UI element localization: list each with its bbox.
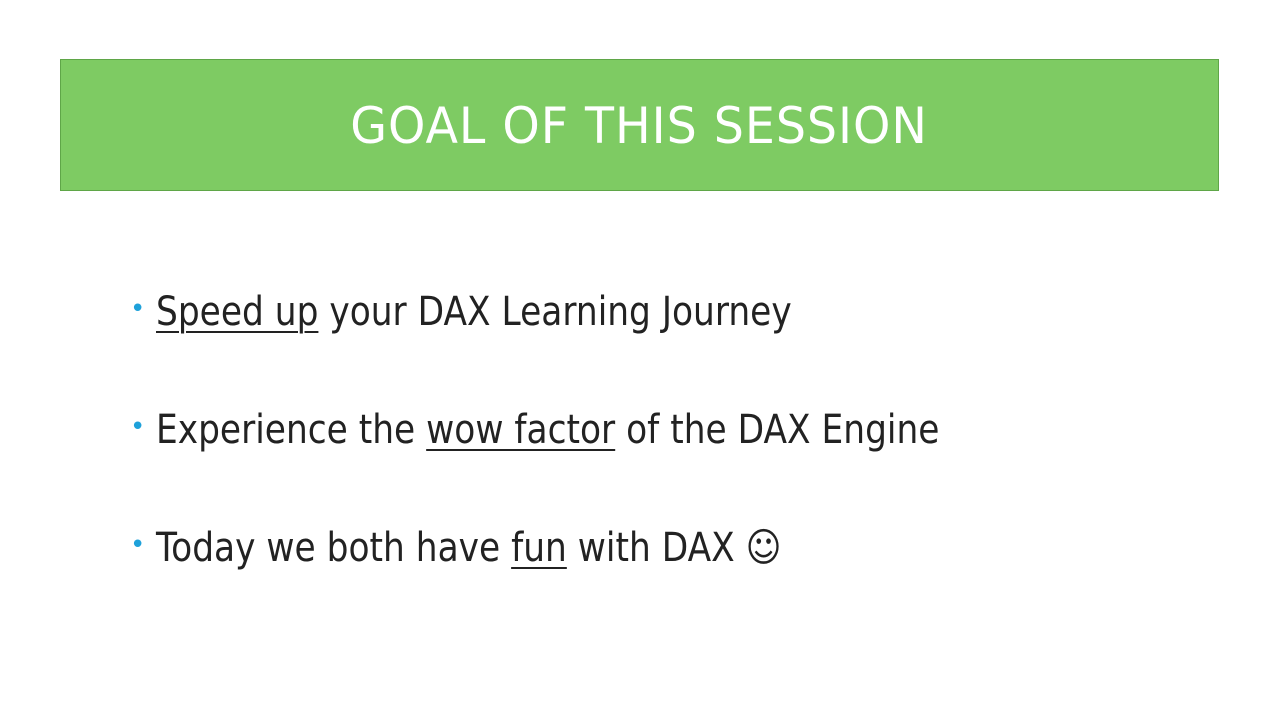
bullet-item-2: • Experience the wow factor of the DAX E…: [130, 400, 1067, 460]
bullet-dot-icon: •: [130, 412, 146, 442]
text-segment: Today we both have: [156, 525, 512, 571]
slide-title: GOAL OF THIS SESSION: [350, 97, 929, 155]
bullet-text: Speed up your DAX Learning Journey: [156, 292, 792, 332]
bullet-dot-icon: •: [130, 294, 146, 324]
bullet-text: Today we both have fun with DAX ☺: [156, 528, 781, 568]
text-segment: of the DAX Engine: [615, 407, 940, 453]
underlined-phrase: fun: [511, 525, 567, 571]
bullet-dot-icon: •: [130, 530, 146, 560]
slide: GOAL OF THIS SESSION • Speed up your DAX…: [0, 0, 1280, 720]
text-segment: with DAX ☺: [566, 525, 782, 571]
bullet-item-1: • Speed up your DAX Learning Journey: [130, 282, 895, 342]
text-segment: Experience the: [156, 407, 427, 453]
title-banner: GOAL OF THIS SESSION: [60, 59, 1219, 191]
bullet-text: Experience the wow factor of the DAX Eng…: [156, 410, 939, 450]
bullet-item-3: • Today we both have fun with DAX ☺: [130, 518, 883, 578]
underlined-phrase: Speed up: [156, 289, 319, 335]
underlined-phrase: wow factor: [426, 407, 616, 453]
text-segment: your DAX Learning Journey: [318, 289, 792, 335]
